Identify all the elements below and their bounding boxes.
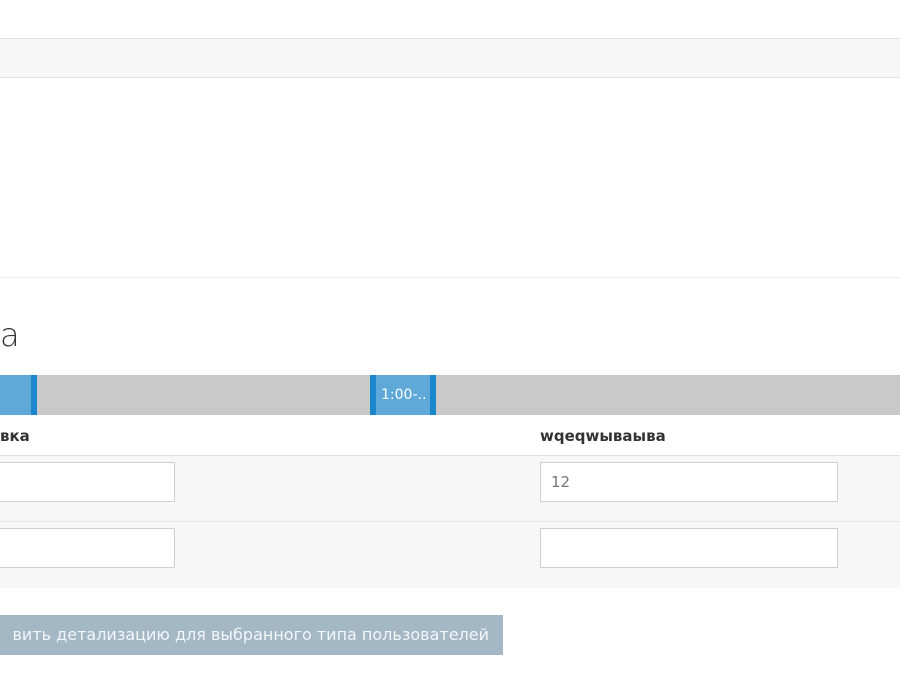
column-header: вка <box>0 427 30 445</box>
section-heading: а <box>0 316 21 354</box>
top-toolbar <box>0 38 900 78</box>
table-row <box>0 522 900 588</box>
timeline-segment[interactable] <box>0 375 37 415</box>
value-input[interactable] <box>0 528 175 568</box>
save-detail-button[interactable]: вить детализацию для выбранного типа пол… <box>0 615 503 655</box>
column-header: wqeqwываыва <box>540 427 666 445</box>
timeline-bar: 1:00-.. <box>0 375 900 415</box>
value-input[interactable] <box>540 528 838 568</box>
value-input[interactable] <box>540 462 838 502</box>
table-header: вка wqeqwываыва <box>0 416 900 456</box>
table-row <box>0 456 900 522</box>
page: а 1:00-.. вка wqeqwываыва вить детализац… <box>0 0 900 700</box>
detail-table: вка wqeqwываыва <box>0 416 900 588</box>
timeline-segment[interactable]: 1:00-.. <box>370 375 436 415</box>
content-panel <box>0 78 900 278</box>
value-input[interactable] <box>0 462 175 502</box>
